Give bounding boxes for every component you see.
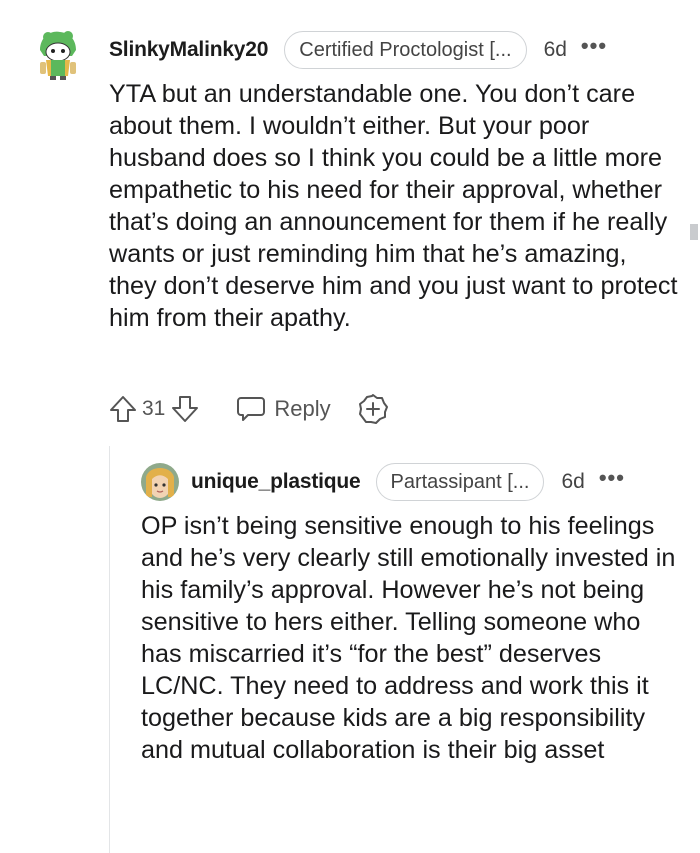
vote-count: 31 [142,397,166,420]
comment-header: SlinkyMalinky20 Certified Proctologist [… [109,31,679,69]
speech-bubble-icon [236,395,266,423]
more-options-icon[interactable]: ••• [581,35,607,57]
reply-label: Reply [274,396,331,421]
comment-header: unique_plastique Partassipant [... 6d ••… [191,463,681,501]
more-options-icon[interactable]: ••• [599,467,625,489]
username[interactable]: SlinkyMalinky20 [109,38,268,62]
user-flair[interactable]: Partassipant [... [375,463,545,501]
comment-body: OP isn’t being sensitive enough to his f… [141,512,676,764]
snoo-avatar-icon[interactable] [32,28,84,80]
comment-age: 6d [561,470,585,493]
comment-actions: 31 Reply [108,392,428,426]
scrollbar-thumb[interactable] [690,224,698,240]
reply-button[interactable]: Reply [236,395,331,423]
comment-body: YTA but an understandable one. You don’t… [109,80,678,332]
downvote-arrow-icon[interactable] [170,394,200,424]
award-button[interactable] [357,393,389,425]
user-flair[interactable]: Certified Proctologist [... [284,31,527,69]
comment-age: 6d [543,38,567,61]
user-avatar-icon[interactable] [141,463,179,501]
thread-line[interactable] [109,446,110,853]
comment-thread: SlinkyMalinky20 Certified Proctologist [… [0,0,700,853]
upvote-arrow-icon[interactable] [108,394,138,424]
award-plus-icon [357,393,389,425]
username[interactable]: unique_plastique [191,470,361,494]
